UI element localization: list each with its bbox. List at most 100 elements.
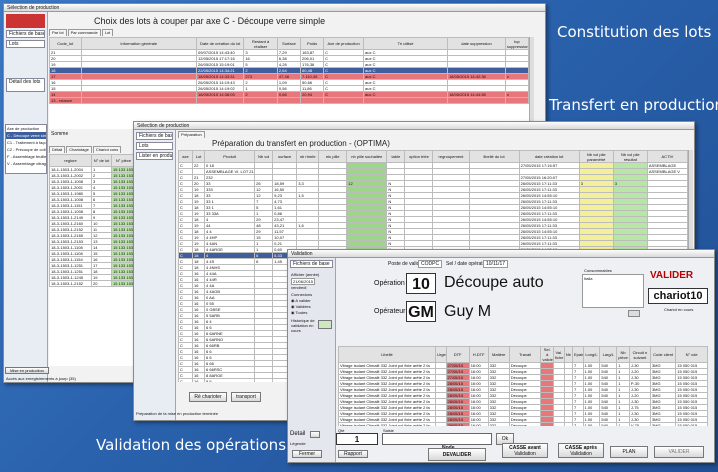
table-row[interactable]: 18-3-1503-1-1154 16 15 133 153 [49,256,135,263]
refresh-icon[interactable] [318,320,332,329]
column-header[interactable]: nb pille souhaitée [346,150,388,163]
table-row[interactable]: Vitrage isolant Climalit 332 Joint pol f… [338,374,708,381]
column-header[interactable]: Poids [300,37,325,50]
table-row[interactable]: 18-3-1503-1-2002 2 15 133 153 [49,172,135,179]
table-row[interactable]: Vitrage isolant Climalit 332 Joint pol f… [338,410,708,417]
column-header[interactable]: nb rhmfe [296,150,320,163]
table-row[interactable]: 18-3-1503-1-2152 20 15 133 153 [49,280,135,287]
subtab[interactable]: Chariotage [66,146,92,153]
column-header[interactable]: Code_lot [49,37,82,50]
column-header[interactable]: DTF [445,346,470,363]
table-row[interactable]: 18-3-1503-1-1008 8 15 133 153 [49,208,135,215]
column-header[interactable]: Larg/L [599,346,618,363]
column-header[interactable]: table [386,150,406,163]
column-header[interactable]: Libellé [338,346,436,363]
column-header[interactable]: Date de création du lot [196,37,245,50]
column-header[interactable]: Nb vol pile paramétré [578,150,614,163]
sidebar-item[interactable]: Lots [6,40,45,48]
axe-list-item[interactable]: C - Découpe verre simple [6,132,46,139]
operation-code[interactable]: 10 [406,273,436,294]
table-row[interactable]: 18-3-1503-1-2160 10 15 133 153 [49,220,135,227]
casse-avant-button[interactable]: CASSE avant Validation [502,443,548,458]
column-header[interactable]: N° pièce [111,154,135,167]
column-header[interactable]: Epais [571,346,584,363]
table-row[interactable]: Vitrage isolant Climalit 332 Joint pol f… [338,392,708,399]
column-header[interactable]: Matière [487,346,510,363]
operateur-code[interactable]: GM [406,301,436,322]
column-header[interactable]: top suppression [504,37,529,50]
column-header[interactable]: Nb pièce [616,346,630,363]
subtab[interactable]: Détail [49,146,66,153]
column-header[interactable]: regroupement [432,150,470,163]
column-header[interactable]: etc pille [318,150,348,163]
column-header[interactable]: Long/L [582,346,601,363]
column-header[interactable]: libellé du lot [468,150,520,163]
valider-button[interactable]: VALIDER [654,446,704,458]
table-row[interactable]: 18-3-1503-1-1245 19 15 133 153 [49,274,135,281]
column-header[interactable]: Surface [276,37,302,50]
casse-apres-button[interactable]: CASSE après Validation [558,443,604,458]
column-header[interactable]: Circuit n suivant [628,346,651,363]
column-header[interactable]: Travail [508,346,542,363]
detail-toggle[interactable] [310,431,320,438]
table-row[interactable]: Vitrage isolant Climalit 332 Joint pol f… [338,404,708,411]
poste-value[interactable]: CODPC [418,260,443,268]
column-header[interactable]: Information générale [80,37,198,50]
column-header[interactable]: Produit [204,150,256,163]
status-radio[interactable]: ◉ Toutes [291,310,311,316]
table-row[interactable]: 18-3-1503-1-2153 13 15 133 153 [49,238,135,245]
transport-button[interactable]: transport [231,392,261,402]
axe-list-item[interactable]: F - Assemblage feuilleté [6,153,46,160]
column-header[interactable]: Restant à réaliser [243,37,278,50]
table-row[interactable]: 18-3-1503-1-1251 18 15 133 153 [49,268,135,275]
sidebar-item[interactable]: Fichiers de base [6,30,45,38]
table-row[interactable]: Vitrage isolant Climalit 332 Joint pol f… [338,398,708,405]
table-row[interactable]: 18-3-1503-1-1008 3 15 133 153 [49,178,135,185]
column-header[interactable]: Axe de production [323,37,365,50]
table-row[interactable]: Vitrage isolant Climalit 332 Joint pol f… [338,416,708,423]
column-header[interactable]: H.DTF [468,346,489,363]
column-header[interactable]: date création lot [518,150,580,163]
column-header[interactable]: date suppression [447,37,506,50]
date-value[interactable]: 10/11/17 [483,260,509,268]
column-header[interactable]: reglure [49,154,92,167]
column-header[interactable]: Urgent [435,346,447,363]
consommables-add-icon[interactable] [628,310,640,317]
sidebar-item[interactable]: Lister en production [136,152,173,160]
rapport-button[interactable]: Rapport [338,450,368,458]
column-header[interactable]: Code client [649,346,677,363]
table-row[interactable]: 18-3-1503-1-2165 12 15 133 153 [49,232,135,239]
mise-en-production-button[interactable]: Mise en production [5,367,49,374]
column-header[interactable]: ACTIV [646,150,688,163]
table-row[interactable]: 18-3-1503-1-2152 11 15 133 153 [49,226,135,233]
chariot-field[interactable]: chariot10 [648,288,708,304]
column-header[interactable]: Nb [563,346,573,363]
lots-scrollbar[interactable] [529,37,534,129]
devalider-button[interactable]: DEVALIDER [428,448,486,461]
column-header[interactable]: Nb vol [254,150,274,163]
column-header[interactable]: option triée [404,150,434,163]
table-row[interactable]: 18-3-1503-1-2149 9 15 133 153 [49,214,135,221]
column-header[interactable]: N° de lot [91,154,112,167]
axe-list-item[interactable]: C2 - Précoupe de coll. [6,146,46,153]
sidebar-item[interactable]: Lots [136,142,173,150]
tab[interactable]: Par lot [49,29,67,36]
afficher-date[interactable]: 21/06/2015 [291,278,316,285]
table-row[interactable]: 13 - relance [49,97,529,104]
table-row[interactable]: Vitrage isolant Climalit 332 Joint pol f… [338,380,708,387]
fermer-button[interactable]: Fermer [292,450,322,458]
table-row[interactable]: 18-3-1503-1-1008 6 15 133 153 [49,196,135,203]
column-header[interactable]: surface [272,150,298,163]
column-header[interactable]: N° cde [675,346,708,363]
qte-field[interactable]: 1 [336,433,378,445]
axe-list-item[interactable]: C1 - Traitement à façon [6,139,46,146]
saisie-field[interactable] [382,433,492,445]
tab[interactable]: Préparation [178,131,205,138]
table-row[interactable]: Vitrage isolant Climalit 332 Joint pol f… [338,386,708,393]
table-row[interactable]: Vitrage isolant Climalit 332 Joint pol f… [338,368,708,375]
axe-list-item[interactable]: V - Assemblage vitrage [6,160,46,167]
tab[interactable]: Par commande [67,29,101,36]
table-row[interactable]: Vitrage isolant Climalit 332 Joint pol f… [338,362,708,369]
column-header[interactable]: axe [178,150,194,163]
table-row[interactable]: 18-3-1503-1-1108 15 15 133 153 [49,250,135,257]
